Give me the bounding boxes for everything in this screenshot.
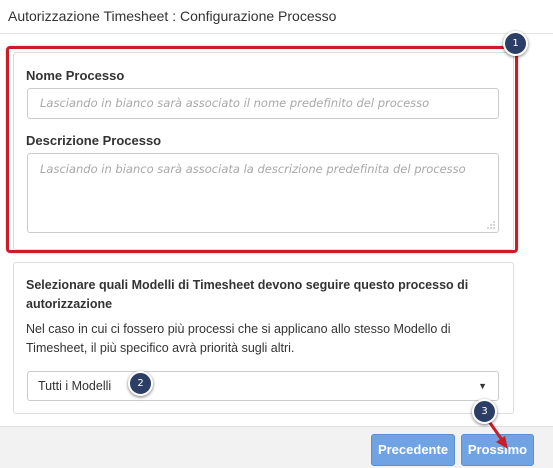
process-name-input[interactable]: Lasciando in bianco sarà associato il no… [27, 88, 499, 119]
dialog-title: Autorizzazione Timesheet : Configurazion… [8, 8, 337, 24]
resize-grip-icon[interactable] [487, 221, 495, 229]
process-description-textarea[interactable]: Lasciando in bianco sarà associata la de… [27, 153, 499, 233]
dialog-header: Autorizzazione Timesheet : Configurazion… [0, 0, 553, 34]
timesheet-models-select[interactable]: Tutti i Modelli ▼ [27, 371, 499, 401]
process-description-label: Descrizione Processo [26, 133, 162, 148]
step-badge-3: 3 [472, 399, 497, 424]
process-description-placeholder: Lasciando in bianco sarà associata la de… [40, 162, 466, 176]
step-badge-1: 1 [503, 31, 528, 56]
caret-down-icon: ▼ [478, 381, 487, 391]
next-button[interactable]: Prossimo [461, 434, 534, 466]
step-badge-2: 2 [128, 371, 153, 396]
select-value: Tutti i Modelli [38, 379, 112, 393]
models-panel-description: Nel caso in cui ci fossero più processi … [26, 322, 451, 355]
previous-button[interactable]: Precedente [371, 434, 455, 466]
models-panel-title: Selezionare quali Modelli di Timesheet d… [26, 278, 469, 311]
process-name-label: Nome Processo [26, 68, 125, 83]
